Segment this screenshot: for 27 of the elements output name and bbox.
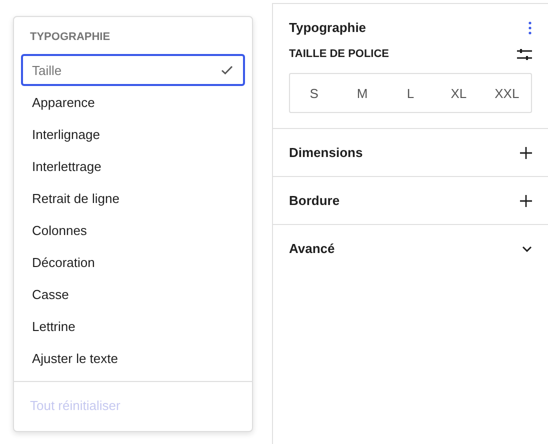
menu-item[interactable]: Interlettrage [21, 150, 245, 182]
chevron-down-icon[interactable] [522, 246, 532, 252]
section-title[interactable]: Avancé [289, 241, 335, 256]
menu-item[interactable]: Ajuster le texte [21, 342, 245, 374]
panel-title: Typographie [289, 20, 366, 35]
menu-item[interactable]: Retrait de ligne [21, 182, 245, 214]
settings-icon[interactable] [517, 48, 532, 60]
font-size-option[interactable]: L [386, 74, 435, 112]
section-title[interactable]: Bordure [289, 193, 340, 208]
font-size-option[interactable]: M [338, 74, 386, 112]
check-icon [220, 63, 234, 77]
font-size-option[interactable]: XL [434, 74, 483, 112]
menu-heading: TYPOGRAPHIE [29, 30, 112, 45]
font-size-option[interactable]: XXL [482, 74, 532, 112]
menu-item[interactable]: Apparence [21, 86, 245, 118]
menu-item[interactable]: Lettrine [21, 310, 245, 342]
menu-item[interactable]: Interlignage [21, 118, 245, 150]
section-title[interactable]: Dimensions [289, 145, 363, 160]
more-options-icon[interactable] [528, 20, 532, 34]
menu-item[interactable]: Taille [21, 54, 245, 86]
font-size-label: TAILLE DE POLICE [289, 48, 390, 60]
font-size-option[interactable]: S [290, 74, 338, 112]
menu-item[interactable]: Casse [21, 278, 245, 310]
menu-item[interactable]: Colonnes [21, 214, 245, 246]
menu-item[interactable]: Décoration [21, 246, 245, 278]
plus-icon[interactable] [520, 194, 532, 206]
plus-icon[interactable] [520, 146, 532, 158]
